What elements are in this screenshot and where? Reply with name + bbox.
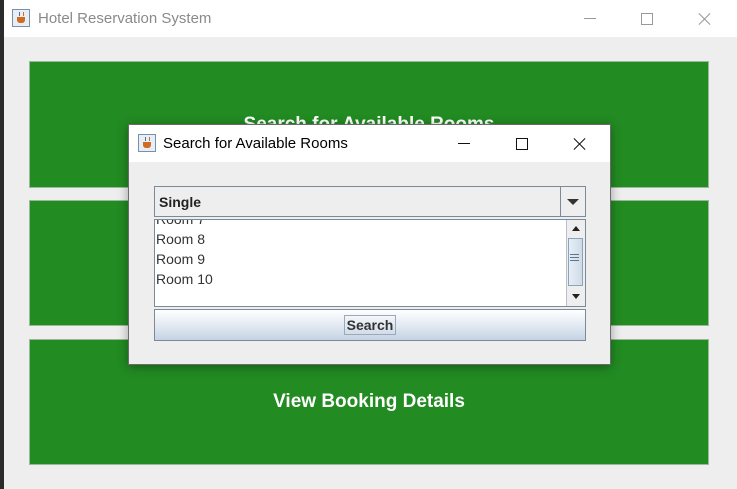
minimize-icon — [584, 18, 596, 19]
dialog-maximize-button[interactable] — [499, 125, 545, 162]
scroll-up-button[interactable] — [567, 220, 585, 236]
minimize-button[interactable] — [567, 0, 613, 37]
minimize-icon — [458, 143, 470, 144]
close-icon — [698, 12, 712, 26]
window-title: Hotel Reservation System — [38, 10, 212, 27]
list-item[interactable]: Room 10 — [155, 269, 213, 289]
java-app-icon — [12, 9, 30, 27]
scrollbar-grip-icon — [570, 254, 579, 261]
room-type-value: Single — [159, 194, 202, 210]
maximize-icon — [516, 137, 528, 150]
scroll-down-button[interactable] — [567, 288, 585, 304]
maximize-icon — [641, 12, 653, 25]
room-list-items: Room 7 Room 8 Room 9 Room 10 — [155, 220, 213, 289]
scroll-down-icon — [572, 293, 580, 299]
main-titlebar[interactable]: Hotel Reservation System — [4, 0, 737, 37]
close-button[interactable] — [682, 0, 728, 37]
room-list[interactable]: Room 7 Room 8 Room 9 Room 10 — [154, 219, 586, 307]
chevron-down-icon — [567, 198, 579, 205]
room-list-scrollbar[interactable] — [566, 220, 585, 306]
list-item[interactable]: Room 9 — [155, 249, 213, 269]
scrollbar-thumb[interactable] — [568, 238, 583, 286]
dialog-minimize-button[interactable] — [441, 125, 487, 162]
scroll-up-icon — [572, 225, 580, 231]
dialog-close-button[interactable] — [557, 125, 603, 162]
room-type-dropdown[interactable]: Single — [154, 186, 586, 217]
java-app-icon — [138, 134, 156, 152]
dropdown-arrow-button[interactable] — [560, 187, 585, 216]
list-item[interactable]: Room 8 — [155, 229, 213, 249]
dialog-titlebar[interactable]: Search for Available Rooms — [129, 125, 610, 162]
dialog-title: Search for Available Rooms — [163, 135, 348, 152]
search-dialog: Search for Available Rooms Single Room 7… — [128, 124, 611, 365]
close-icon — [573, 137, 587, 151]
view-booking-label: View Booking Details — [273, 391, 465, 412]
search-button[interactable]: Search — [154, 309, 586, 341]
list-item[interactable]: Room 7 — [155, 220, 213, 229]
search-button-label: Search — [343, 315, 397, 335]
maximize-button[interactable] — [624, 0, 670, 37]
